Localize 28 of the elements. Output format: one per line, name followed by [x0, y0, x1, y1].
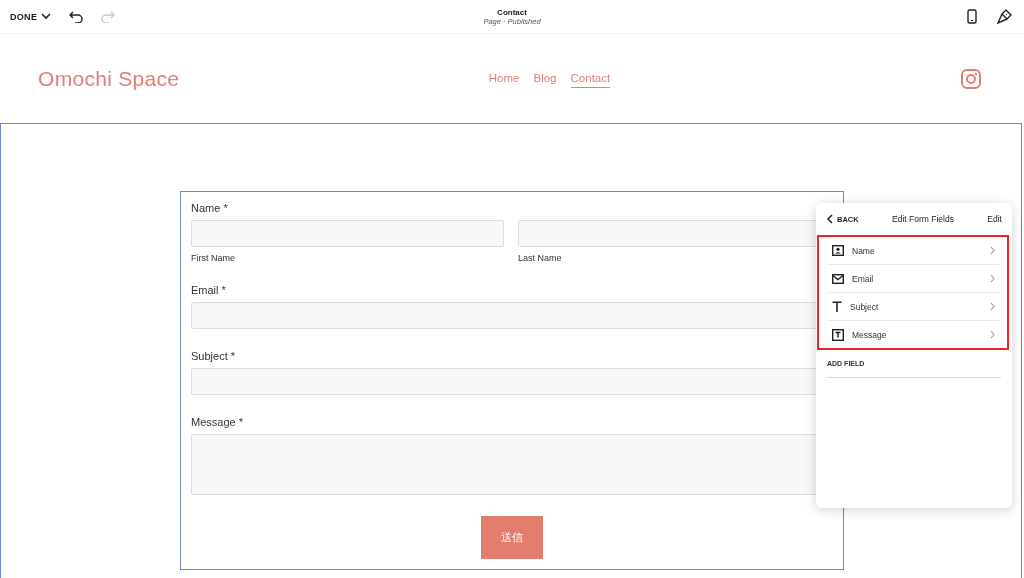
field-label: Name *: [191, 202, 229, 214]
field-sublabel: First Name: [191, 253, 236, 263]
chevron-right-icon: [990, 246, 995, 255]
field-label: Subject *: [191, 350, 237, 362]
text-icon: [832, 301, 842, 312]
instagram-icon[interactable]: [961, 68, 981, 89]
field-sublabel: Last Name: [518, 253, 563, 263]
mobile-icon[interactable]: [967, 9, 977, 24]
edit-button[interactable]: Edit: [987, 214, 1002, 224]
undo-icon[interactable]: [69, 10, 84, 23]
chevron-right-icon: [990, 274, 995, 283]
done-button[interactable]: DONE: [10, 11, 52, 22]
chevron-right-icon: [990, 302, 995, 311]
envelope-icon: [832, 273, 844, 284]
text-box-icon: [832, 328, 844, 341]
chevron-down-icon: [41, 13, 52, 20]
field-label: Email *: [191, 284, 227, 296]
field-list-item[interactable]: Email: [827, 265, 999, 293]
field-list-item[interactable]: Message: [827, 321, 999, 348]
field-label: Message *: [191, 416, 244, 428]
id-card-icon: [832, 245, 844, 256]
page-title: Contact: [497, 7, 527, 17]
input-field[interactable]: [191, 220, 504, 247]
field-list-item[interactable]: Subject: [827, 293, 999, 321]
chevron-left-icon: [827, 214, 833, 224]
chevron-right-icon: [990, 330, 995, 339]
field-list-item[interactable]: Name: [827, 237, 999, 265]
panel-title: Edit Form Fields: [892, 214, 954, 224]
